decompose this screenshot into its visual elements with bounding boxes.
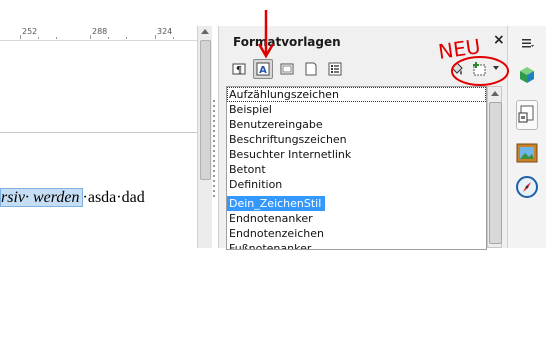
menu-icon [522, 39, 534, 48]
document-area[interactable]: 252 288 324 rsiv· werden ·asda·dad [0, 0, 197, 248]
paragraph-styles-icon: ¶ [232, 63, 246, 76]
sidebar-menu-button[interactable] [516, 32, 538, 54]
annotation-label: NEU [437, 35, 482, 64]
character-styles-button[interactable]: A [253, 59, 273, 79]
character-styles-icon: A [256, 62, 270, 76]
document-text-line[interactable]: rsiv· werden ·asda·dad [0, 188, 145, 207]
list-item[interactable]: Betont [227, 162, 486, 177]
styles-list-scrollbar[interactable] [487, 86, 502, 248]
picture-frame-icon [516, 143, 538, 163]
sidebar-gallery-button[interactable] [516, 64, 538, 86]
page-styles-button[interactable] [301, 59, 321, 79]
list-item[interactable]: Beschriftungszeichen [227, 132, 486, 147]
list-styles-icon [328, 62, 342, 76]
gallery-cube-icon [520, 67, 534, 83]
scrollbar-thumb[interactable] [200, 40, 211, 180]
frame-styles-button[interactable] [277, 59, 297, 79]
page-boundary [0, 132, 197, 133]
ruler-mark: 252 [22, 27, 38, 36]
list-item[interactable]: Fußnotenanker [227, 241, 486, 249]
list-item[interactable]: Besuchter Internetlink [227, 147, 486, 162]
list-item[interactable]: Beispiel [227, 102, 486, 117]
sidebar-navigator-button[interactable] [516, 176, 538, 198]
svg-text:¶: ¶ [236, 65, 242, 76]
sidebar-image-button[interactable] [516, 142, 538, 164]
navigator-compass-icon [516, 176, 538, 198]
ruler-mark: 288 [92, 27, 108, 36]
ruler-mark: 324 [157, 27, 173, 36]
selected-text[interactable]: rsiv· werden [0, 188, 83, 207]
document-scrollbar[interactable] [197, 26, 212, 248]
list-item[interactable]: Endnotenzeichen [227, 226, 486, 241]
scroll-up-icon[interactable] [201, 29, 209, 34]
frame-styles-icon [280, 63, 294, 75]
list-item[interactable]: Definition [227, 177, 486, 192]
page-styles-icon [305, 62, 317, 76]
styles-list[interactable]: Aufzählungszeichen Beispiel Benutzereing… [226, 86, 487, 250]
horizontal-ruler: 252 288 324 [0, 26, 197, 41]
annotation-neu: NEU [437, 35, 509, 86]
styles-icon [518, 105, 534, 123]
list-item-selected[interactable]: Dein_ZeichenStil [227, 196, 326, 211]
annotation-arrow-icon [258, 10, 275, 59]
sidebar-styles-button[interactable] [516, 100, 538, 130]
svg-text:A: A [259, 65, 267, 76]
splitter-grip[interactable] [212, 100, 217, 260]
document-text[interactable]: ·asda·dad [83, 189, 145, 206]
paragraph-styles-button[interactable]: ¶ [229, 59, 249, 79]
list-item[interactable]: Benutzereingabe [227, 117, 486, 132]
scrollbar-thumb[interactable] [489, 102, 502, 244]
list-styles-button[interactable] [325, 59, 345, 79]
list-item[interactable]: Endnotenanker [227, 211, 486, 226]
panel-title: Formatvorlagen [233, 35, 341, 49]
